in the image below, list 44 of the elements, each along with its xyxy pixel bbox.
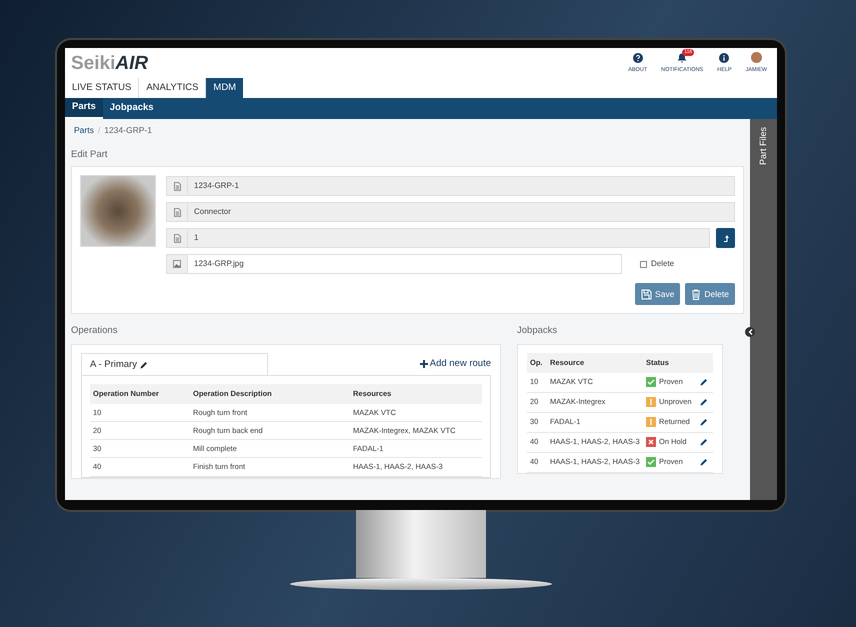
pencil-icon[interactable] — [700, 438, 708, 446]
logo-text: AIR — [115, 54, 148, 72]
plus-icon — [420, 360, 428, 368]
pencil-icon[interactable] — [700, 458, 708, 466]
section-title: Edit Part — [71, 148, 108, 162]
chevron-left-icon — [748, 329, 752, 335]
collapse-button[interactable] — [745, 327, 755, 337]
text-field[interactable]: Connector — [166, 202, 735, 222]
bell-icon — [677, 52, 688, 63]
document-icon — [174, 182, 180, 190]
avatar-icon — [750, 52, 762, 63]
subnav-tab[interactable]: Jobpacks — [102, 98, 161, 119]
arrow-icon — [722, 234, 728, 242]
info-icon — [719, 52, 730, 63]
logo-text: Seiki — [71, 54, 116, 72]
add-route-link[interactable]: Add new route — [420, 357, 491, 372]
delete-button[interactable]: Delete — [685, 283, 735, 305]
question-icon — [632, 52, 643, 63]
save-icon — [641, 288, 652, 300]
side-panel[interactable]: Part Files — [750, 119, 777, 500]
document-icon — [174, 234, 180, 242]
checkbox[interactable] — [640, 260, 647, 268]
text-field[interactable]: 1 — [166, 228, 710, 248]
pencil-icon[interactable] — [700, 418, 708, 426]
nav-tab[interactable]: MDM — [206, 78, 244, 98]
text-field[interactable]: 1234-GRP-1 — [166, 176, 735, 196]
breadcrumb-current: 1234-GRP-1 — [104, 124, 152, 137]
side-panel-title: Part Files — [756, 127, 769, 166]
image-icon — [173, 260, 181, 268]
breadcrumb-separator: / — [98, 124, 100, 137]
section-title: Operations — [71, 324, 118, 338]
pencil-icon[interactable] — [700, 398, 708, 406]
upload-button[interactable] — [716, 228, 735, 248]
section-title: Jobpacks — [517, 324, 558, 338]
checkbox-label: Delete — [651, 258, 674, 270]
file-field[interactable]: 1234-GRP.jpg — [166, 254, 622, 274]
breadcrumb-link[interactable]: Parts — [74, 124, 94, 137]
pencil-icon[interactable] — [700, 378, 708, 386]
subnav-tab[interactable]: Parts — [65, 98, 103, 119]
route-tab[interactable]: A - Primary — [81, 353, 268, 376]
save-button[interactable]: Save — [635, 283, 680, 305]
document-icon — [174, 208, 180, 216]
pencil-icon[interactable] — [140, 360, 148, 369]
trash-icon — [691, 288, 702, 300]
